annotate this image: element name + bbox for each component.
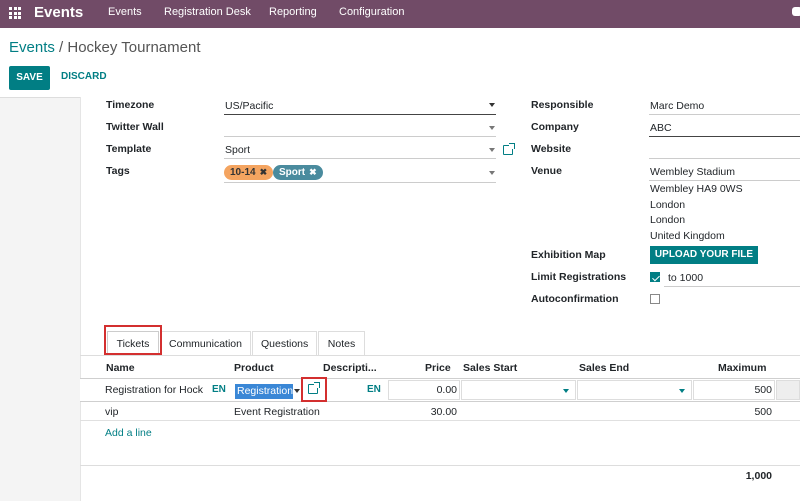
description-language-button[interactable]: EN <box>367 384 381 395</box>
sales-start-dropdown-icon[interactable] <box>563 389 569 393</box>
venue-address-line: London <box>650 214 686 226</box>
product-dropdown-icon[interactable] <box>294 389 300 393</box>
sales-end-dropdown-icon[interactable] <box>679 389 685 393</box>
timezone-underline <box>224 114 496 115</box>
company-select[interactable]: ABC <box>650 122 672 134</box>
tabs-divider <box>80 355 800 356</box>
menu-configuration[interactable]: Configuration <box>339 6 404 18</box>
tag-chip[interactable]: 10-14 ✖ <box>224 165 274 180</box>
maximum-input[interactable]: 500 <box>693 384 772 396</box>
column-header-name[interactable]: Name <box>106 362 135 374</box>
save-button[interactable]: SAVE <box>9 66 50 90</box>
tag-chip[interactable]: Sport ✖ <box>273 165 323 180</box>
venue-label: Venue <box>531 165 562 177</box>
price-input[interactable]: 0.00 <box>388 384 457 396</box>
venue-address-line: London <box>650 199 686 211</box>
template-label: Template <box>106 143 152 155</box>
responsible-underline <box>649 114 800 115</box>
name-language-button[interactable]: EN <box>212 384 226 395</box>
column-header-sales-end[interactable]: Sales End <box>579 362 629 374</box>
column-header-sales-start[interactable]: Sales Start <box>463 362 517 374</box>
venue-address-line: Wembley HA9 0WS <box>650 183 743 195</box>
column-header-maximum[interactable]: Maximum <box>718 362 766 374</box>
template-underline <box>224 158 496 159</box>
exhibition-map-label: Exhibition Map <box>531 249 606 261</box>
ticket-maximum[interactable]: 500 <box>693 406 772 418</box>
breadcrumb-separator: / <box>54 39 68 56</box>
twitter-wall-dropdown-icon[interactable] <box>489 126 495 130</box>
autoconfirmation-checkbox[interactable] <box>650 294 660 304</box>
menu-registration-desk[interactable]: Registration Desk <box>164 6 251 18</box>
external-link-highlight <box>301 377 327 402</box>
tab-communication[interactable]: Communication <box>160 331 251 356</box>
chat-icon[interactable] <box>792 7 800 16</box>
template-dropdown-icon[interactable] <box>489 148 495 152</box>
column-header-description[interactable]: Descripti... <box>323 362 377 374</box>
upload-file-button[interactable]: UPLOAD YOUR FILE <box>650 246 758 264</box>
twitter-wall-underline <box>224 136 496 137</box>
product-select[interactable]: Registration <box>235 384 293 399</box>
tags-label: Tags <box>106 165 130 177</box>
template-external-link-icon[interactable] <box>503 143 515 155</box>
twitter-wall-label: Twitter Wall <box>106 121 164 133</box>
tag-chip-label: Sport <box>279 167 306 178</box>
app-brand[interactable]: Events <box>34 4 83 21</box>
ticket-product[interactable]: Event Registration <box>234 406 320 418</box>
sales-start-input[interactable] <box>461 380 576 400</box>
column-header-price[interactable]: Price <box>425 362 451 374</box>
timezone-dropdown-icon[interactable] <box>489 103 495 107</box>
tag-chip-label: 10-14 <box>230 167 256 178</box>
row-divider <box>80 420 800 421</box>
remove-tag-icon[interactable]: ✖ <box>260 165 268 180</box>
table-footer-divider <box>80 465 800 466</box>
responsible-select[interactable]: Marc Demo <box>650 100 704 112</box>
tab-notes[interactable]: Notes <box>318 331 365 356</box>
limit-underline <box>664 286 800 287</box>
template-select[interactable]: Sport <box>225 144 250 156</box>
breadcrumb-events-link[interactable]: Events <box>9 39 55 56</box>
breadcrumb-current: Hockey Tournament <box>67 39 201 56</box>
ticket-name-input[interactable]: Registration for Hock <box>105 384 203 396</box>
limit-registrations-input[interactable]: to 1000 <box>668 272 703 284</box>
autoconfirmation-label: Autoconfirmation <box>531 293 619 305</box>
column-header-product[interactable]: Product <box>234 362 274 374</box>
venue-address-line: United Kingdom <box>650 230 725 242</box>
ticket-price[interactable]: 30.00 <box>388 406 457 418</box>
company-label: Company <box>531 121 579 133</box>
tags-underline <box>224 182 496 183</box>
apps-grid-icon[interactable] <box>9 7 21 19</box>
website-underline <box>649 158 800 159</box>
sales-end-input[interactable] <box>577 380 692 400</box>
venue-underline <box>649 180 800 181</box>
row-delete-area[interactable] <box>776 380 800 400</box>
remove-tag-icon[interactable]: ✖ <box>309 165 317 180</box>
top-navbar: Events Events Registration Desk Reportin… <box>0 0 800 28</box>
add-line-link[interactable]: Add a line <box>105 427 152 439</box>
tickets-tab-highlight <box>104 325 162 355</box>
venue-select[interactable]: Wembley Stadium <box>650 166 735 178</box>
website-label: Website <box>531 143 572 155</box>
tags-dropdown-icon[interactable] <box>489 171 495 175</box>
company-underline <box>649 136 800 137</box>
timezone-label: Timezone <box>106 99 155 111</box>
ticket-name[interactable]: vip <box>105 406 118 418</box>
discard-button[interactable]: DISCARD <box>61 71 107 82</box>
responsible-label: Responsible <box>531 99 594 111</box>
breadcrumb: Events / Hockey Tournament <box>9 39 201 56</box>
limit-registrations-label: Limit Registrations <box>531 271 627 283</box>
maximum-total: 1,000 <box>745 470 772 482</box>
menu-events[interactable]: Events <box>108 6 142 18</box>
tab-questions[interactable]: Questions <box>252 331 317 356</box>
menu-reporting[interactable]: Reporting <box>269 6 317 18</box>
timezone-select[interactable]: US/Pacific <box>225 100 273 112</box>
limit-registrations-checkbox[interactable] <box>650 272 660 282</box>
